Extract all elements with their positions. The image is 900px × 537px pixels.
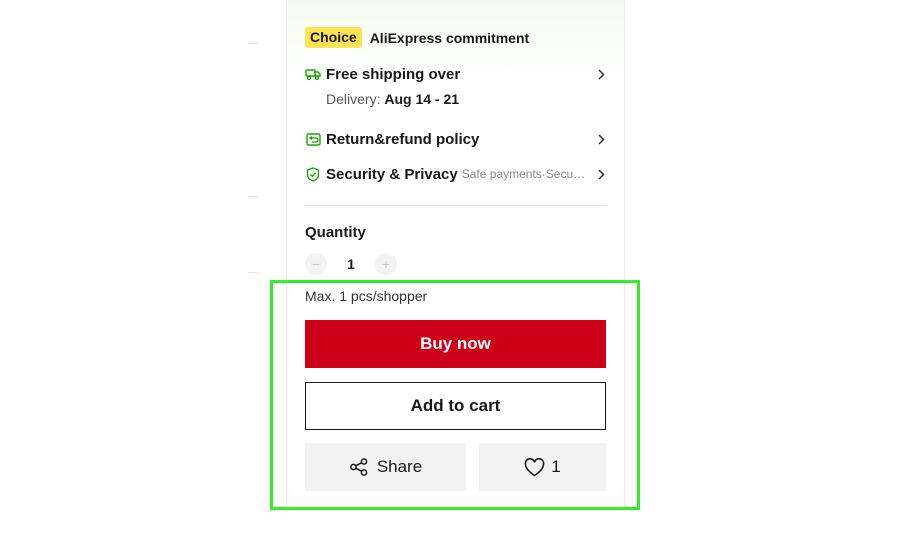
wishlist-button[interactable]: 1 [479,443,606,491]
quantity-stepper: − 1 + [305,253,397,275]
delivery-row: Delivery: Aug 14 - 21 [326,91,606,107]
wishlist-count: 1 [551,457,561,476]
quantity-value[interactable]: 1 [327,256,375,272]
gutter-mark [248,272,258,273]
add-to-cart-button[interactable]: Add to cart [305,382,606,430]
chevron-right-icon [596,133,606,145]
truck-icon [305,66,321,82]
shield-check-icon [305,166,321,182]
security-privacy-label: Security & Privacy [326,165,458,183]
chevron-right-icon [596,68,606,80]
chevron-right-icon [596,168,606,180]
return-refund-label: Return&refund policy [326,130,480,148]
share-button[interactable]: Share [305,443,466,491]
share-label: Share [376,457,423,476]
choice-commitment-row: Choice AliExpress commitment [305,27,606,48]
quantity-label: Quantity [305,224,366,241]
security-privacy-row[interactable]: Security & Privacy Safe payments·Secure … [305,164,606,184]
delivery-text: Delivery: Aug 14 - 21 [326,91,460,107]
buy-now-button[interactable]: Buy now [305,320,606,368]
purchase-limit-text: Max. 1 pcs/shopper [305,288,428,304]
heart-icon [524,457,545,477]
return-refund-row[interactable]: Return&refund policy [305,129,606,149]
increase-quantity-button[interactable]: + [375,253,397,275]
return-box-icon [305,131,321,147]
gutter-mark [248,43,258,44]
shipping-row[interactable]: Free shipping over [305,64,606,84]
delivery-dates: Aug 14 - 21 [384,91,460,107]
security-privacy-detail: Safe payments·Secure personal details [461,167,588,181]
product-purchase-panel: Choice AliExpress commitment Free shippi… [286,0,625,510]
share-icon [349,457,369,477]
choice-badge: Choice [305,27,362,48]
shipping-label: Free shipping over [326,65,461,83]
section-divider [305,205,606,206]
decrease-quantity-button[interactable]: − [305,253,327,275]
choice-commitment-title: AliExpress commitment [369,29,530,46]
gutter-mark [248,196,258,197]
